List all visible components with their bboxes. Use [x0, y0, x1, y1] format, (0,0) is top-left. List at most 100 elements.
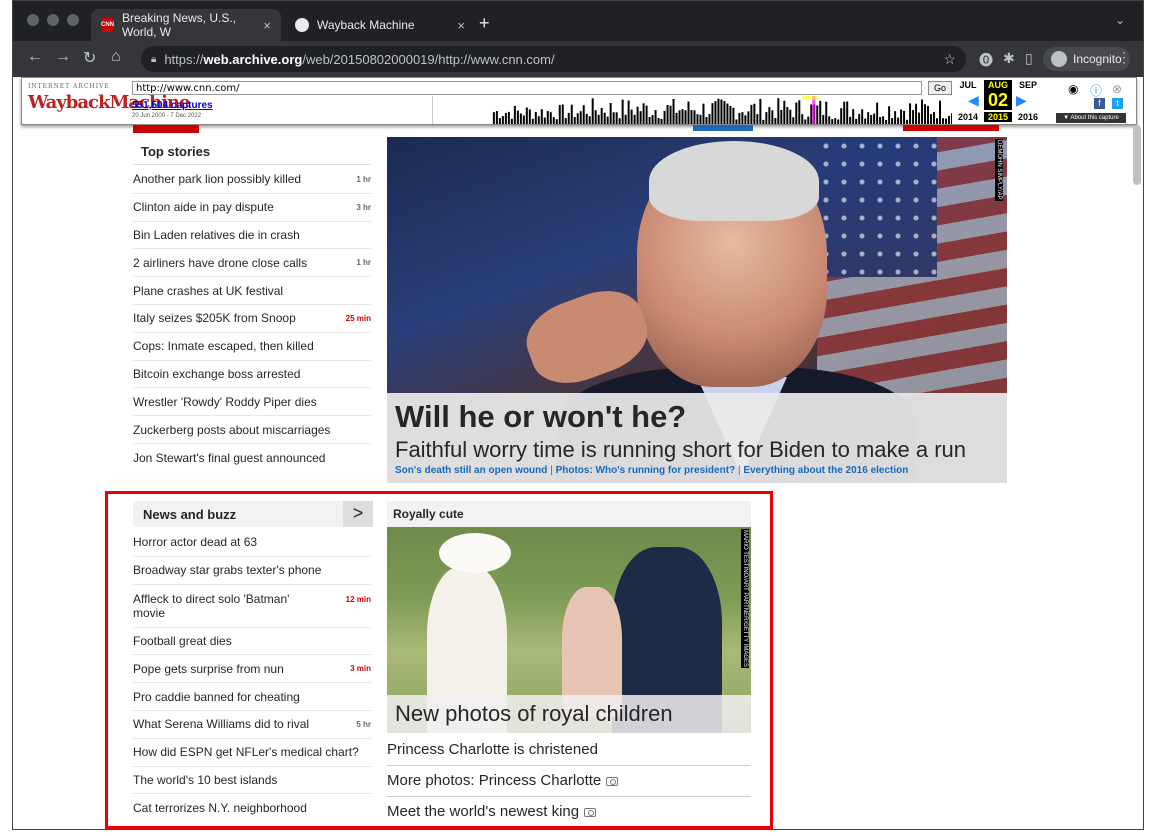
hero-subhead[interactable]: Faithful worry time is running short for…	[395, 437, 1007, 463]
close-tab-icon[interactable]: ×	[457, 18, 465, 33]
capture-bar	[636, 106, 639, 124]
capture-bar	[801, 114, 804, 124]
capture-bar	[831, 119, 834, 124]
page-scrollbar[interactable]	[1133, 125, 1141, 185]
capture-bar	[726, 103, 729, 124]
minimize-window-dot[interactable]	[47, 14, 59, 26]
browser-window: CNN Breaking News, U.S., World, W × Wayb…	[12, 0, 1144, 830]
capture-bar	[774, 118, 777, 124]
capture-bar	[537, 116, 540, 124]
list-item[interactable]: Jon Stewart's final guest announced	[133, 444, 371, 472]
address-bar[interactable]: 🔒︎ https:// web.archive.org /web/2015080…	[141, 46, 966, 72]
headline-link[interactable]: Italy seizes $205K from Snoop	[133, 311, 296, 325]
capture-bar	[588, 116, 591, 124]
password-extension-icon[interactable]: ⓿	[979, 50, 993, 70]
related-link[interactable]: Everything about the 2016 election	[743, 465, 908, 476]
more-menu-icon[interactable]: ⋮	[1117, 49, 1131, 66]
twitter-icon[interactable]: t	[1112, 98, 1123, 109]
headline-link[interactable]: Plane crashes at UK festival	[133, 284, 283, 298]
headline-link[interactable]: Wrestler 'Rowdy' Roddy Piper dies	[133, 395, 317, 409]
cnn-favicon-icon: CNN	[101, 18, 114, 32]
close-window-dot[interactable]	[27, 14, 39, 26]
list-item[interactable]: Bin Laden relatives die in crash	[133, 222, 371, 250]
capture-bar	[885, 119, 888, 124]
list-item[interactable]: Wrestler 'Rowdy' Roddy Piper dies	[133, 388, 371, 417]
hero-story[interactable]: DEMOHN SIMPLY/AP Will he or won't he? Fa…	[387, 137, 1007, 483]
list-item[interactable]: Bitcoin exchange boss arrested	[133, 361, 371, 389]
headline-link[interactable]: Another park lion possibly killed	[133, 172, 301, 186]
wayback-go-button[interactable]: Go	[928, 81, 952, 95]
list-item[interactable]: Cops: Inmate escaped, then killed	[133, 333, 371, 361]
capture-bar	[735, 119, 738, 124]
new-tab-button[interactable]: +	[479, 13, 490, 34]
extensions-puzzle-icon[interactable]: ✱	[1003, 50, 1015, 67]
capture-bar	[819, 100, 822, 124]
headline-link[interactable]: Clinton aide in pay dispute	[133, 200, 274, 214]
capture-bar	[738, 112, 741, 124]
reload-icon[interactable]: ↻	[83, 48, 96, 68]
capture-bar	[606, 116, 609, 124]
next-year[interactable]: 2016	[1014, 112, 1042, 122]
timestamp: 1 hr	[356, 174, 371, 184]
headline-link[interactable]: Cops: Inmate escaped, then killed	[133, 339, 314, 353]
capture-bar	[777, 98, 780, 124]
capture-bar	[870, 114, 873, 124]
url-path: /web/20150802000019/http://www.cnn.com/	[302, 51, 555, 67]
headline-link[interactable]: Zuckerberg posts about miscarriages	[133, 423, 330, 437]
link-separator: |	[737, 465, 741, 476]
list-item[interactable]: 2 airliners have drone close calls 1 hr	[133, 249, 371, 278]
capture-sparkline[interactable]	[432, 96, 952, 124]
related-link[interactable]: Son's death still an open wound	[395, 465, 547, 476]
capture-bar	[849, 116, 852, 124]
capture-bar	[516, 110, 519, 124]
back-arrow-icon[interactable]: ←	[27, 48, 43, 66]
capture-bar	[936, 118, 939, 124]
close-tab-icon[interactable]: ×	[263, 18, 271, 33]
close-banner-icon[interactable]: ⊗	[1112, 82, 1122, 96]
incognito-icon	[1051, 51, 1067, 67]
capture-bar	[858, 113, 861, 124]
side-panel-icon[interactable]: ▯	[1025, 50, 1033, 67]
maximize-window-dot[interactable]	[67, 14, 79, 26]
capture-bar	[933, 112, 936, 124]
captures-link[interactable]: 551,504 captures	[132, 100, 213, 111]
tab-cnn[interactable]: CNN Breaking News, U.S., World, W ×	[91, 9, 281, 41]
headline-link[interactable]: Jon Stewart's final guest announced	[133, 451, 325, 465]
list-item[interactable]: Clinton aide in pay dispute 3 hr	[133, 194, 371, 222]
list-item[interactable]: Italy seizes $205K from Snoop 25 min	[133, 305, 371, 333]
capture-bar	[930, 114, 933, 124]
tab-search-chevron-icon[interactable]: ⌄	[1115, 13, 1125, 27]
prev-year[interactable]: 2014	[954, 112, 982, 122]
capture-bar	[672, 98, 675, 124]
list-item[interactable]: Zuckerberg posts about miscarriages	[133, 416, 371, 444]
prev-capture-arrow-icon[interactable]: ◀	[968, 92, 979, 109]
prev-month[interactable]: JUL	[954, 80, 982, 90]
headline-link[interactable]: Bitcoin exchange boss arrested	[133, 367, 300, 381]
tab-wayback[interactable]: Wayback Machine ×	[285, 9, 475, 41]
capture-bar	[693, 110, 696, 124]
capture-bar	[942, 118, 945, 124]
next-capture-arrow-icon[interactable]: ▶	[1016, 92, 1027, 109]
bookmark-star-icon[interactable]: ☆	[943, 51, 956, 68]
capture-bar	[879, 116, 882, 124]
about-capture-button[interactable]: ▼ About this capture	[1056, 113, 1126, 123]
wayback-url-input[interactable]	[132, 81, 922, 95]
facebook-icon[interactable]: f	[1094, 98, 1105, 109]
capture-bar	[948, 115, 951, 124]
related-link[interactable]: Photos: Who's running for president?	[556, 465, 736, 476]
capture-bar	[825, 101, 828, 124]
help-icon[interactable]: ⓘ	[1090, 82, 1102, 99]
list-item[interactable]: Another park lion possibly killed 1 hr	[133, 166, 371, 194]
account-icon[interactable]: ◉	[1068, 82, 1078, 96]
headline-link[interactable]: 2 airliners have drone close calls	[133, 256, 307, 270]
next-month[interactable]: SEP	[1014, 80, 1042, 90]
headline-link[interactable]: Bin Laden relatives die in crash	[133, 228, 300, 242]
url-scheme: https://	[164, 51, 204, 67]
list-item[interactable]: Plane crashes at UK festival	[133, 277, 371, 305]
hero-headline[interactable]: Will he or won't he?	[395, 399, 1007, 435]
capture-bar	[666, 105, 669, 124]
forward-arrow-icon[interactable]: →	[55, 48, 71, 66]
home-icon[interactable]: ⌂	[111, 48, 121, 66]
capture-bar	[609, 102, 612, 124]
capture-bar	[642, 103, 645, 124]
